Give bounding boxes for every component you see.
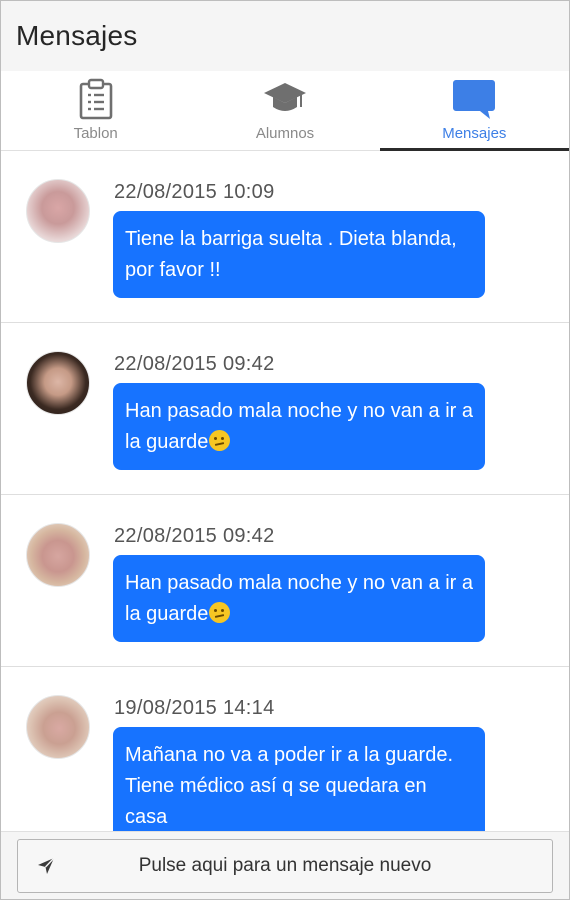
message-text: Han pasado mala noche y no van a ir a la… (125, 400, 473, 453)
app-frame: Mensajes Tablon Alumnos Mensajes 22/08/2… (0, 0, 570, 900)
message-bubble: Mañana no va a poder ir a la guarde. Tie… (113, 727, 485, 831)
message-list[interactable]: 22/08/2015 10:09 Tiene la barriga suelta… (1, 151, 569, 831)
message-text: Tiene la barriga suelta . Dieta blanda, … (125, 228, 457, 281)
message-text: Han pasado mala noche y no van a ir a la… (125, 572, 473, 625)
message-item[interactable]: 22/08/2015 09:42 Han pasado mala noche y… (1, 495, 569, 667)
message-text: Mañana no va a poder ir a la guarde. Tie… (125, 744, 453, 828)
tab-label: Mensajes (442, 125, 507, 142)
new-message-button[interactable]: Pulse aqui para un mensaje nuevo (17, 839, 553, 893)
message-timestamp: 22/08/2015 09:42 (114, 525, 275, 547)
message-item[interactable]: 22/08/2015 09:42 Han pasado mala noche y… (1, 323, 569, 495)
tab-bar: Tablon Alumnos Mensajes (1, 71, 569, 151)
message-timestamp: 22/08/2015 09:42 (114, 353, 275, 375)
tab-mensajes[interactable]: Mensajes (379, 71, 569, 151)
tab-tablon[interactable]: Tablon (1, 71, 190, 150)
compose-bar: Pulse aqui para un mensaje nuevo (1, 831, 569, 899)
message-timestamp: 22/08/2015 10:09 (114, 181, 275, 203)
message-item[interactable]: 19/08/2015 14:14 Mañana no va a poder ir… (1, 667, 569, 831)
confused-face-emoji-icon (209, 430, 231, 451)
confused-face-emoji-icon (209, 602, 231, 623)
avatar (26, 695, 90, 759)
message-item[interactable]: 22/08/2015 10:09 Tiene la barriga suelta… (1, 151, 569, 323)
send-icon (36, 856, 56, 881)
avatar (26, 523, 90, 587)
message-timestamp: 19/08/2015 14:14 (114, 697, 275, 719)
avatar (26, 351, 90, 415)
graduation-cap-icon (263, 77, 307, 121)
new-message-label: Pulse aqui para un mensaje nuevo (138, 855, 432, 876)
tab-alumnos[interactable]: Alumnos (190, 71, 379, 150)
message-bubble: Tiene la barriga suelta . Dieta blanda, … (113, 211, 485, 298)
avatar (26, 179, 90, 243)
message-bubble: Han pasado mala noche y no van a ir a la… (113, 555, 485, 642)
chat-bubble-icon (452, 77, 496, 121)
tab-label: Alumnos (255, 125, 315, 142)
app-header: Mensajes (1, 1, 569, 71)
message-bubble: Han pasado mala noche y no van a ir a la… (113, 383, 485, 470)
tab-label: Tablon (73, 125, 118, 142)
page-title: Mensajes (16, 20, 138, 51)
clipboard-icon (78, 77, 114, 121)
